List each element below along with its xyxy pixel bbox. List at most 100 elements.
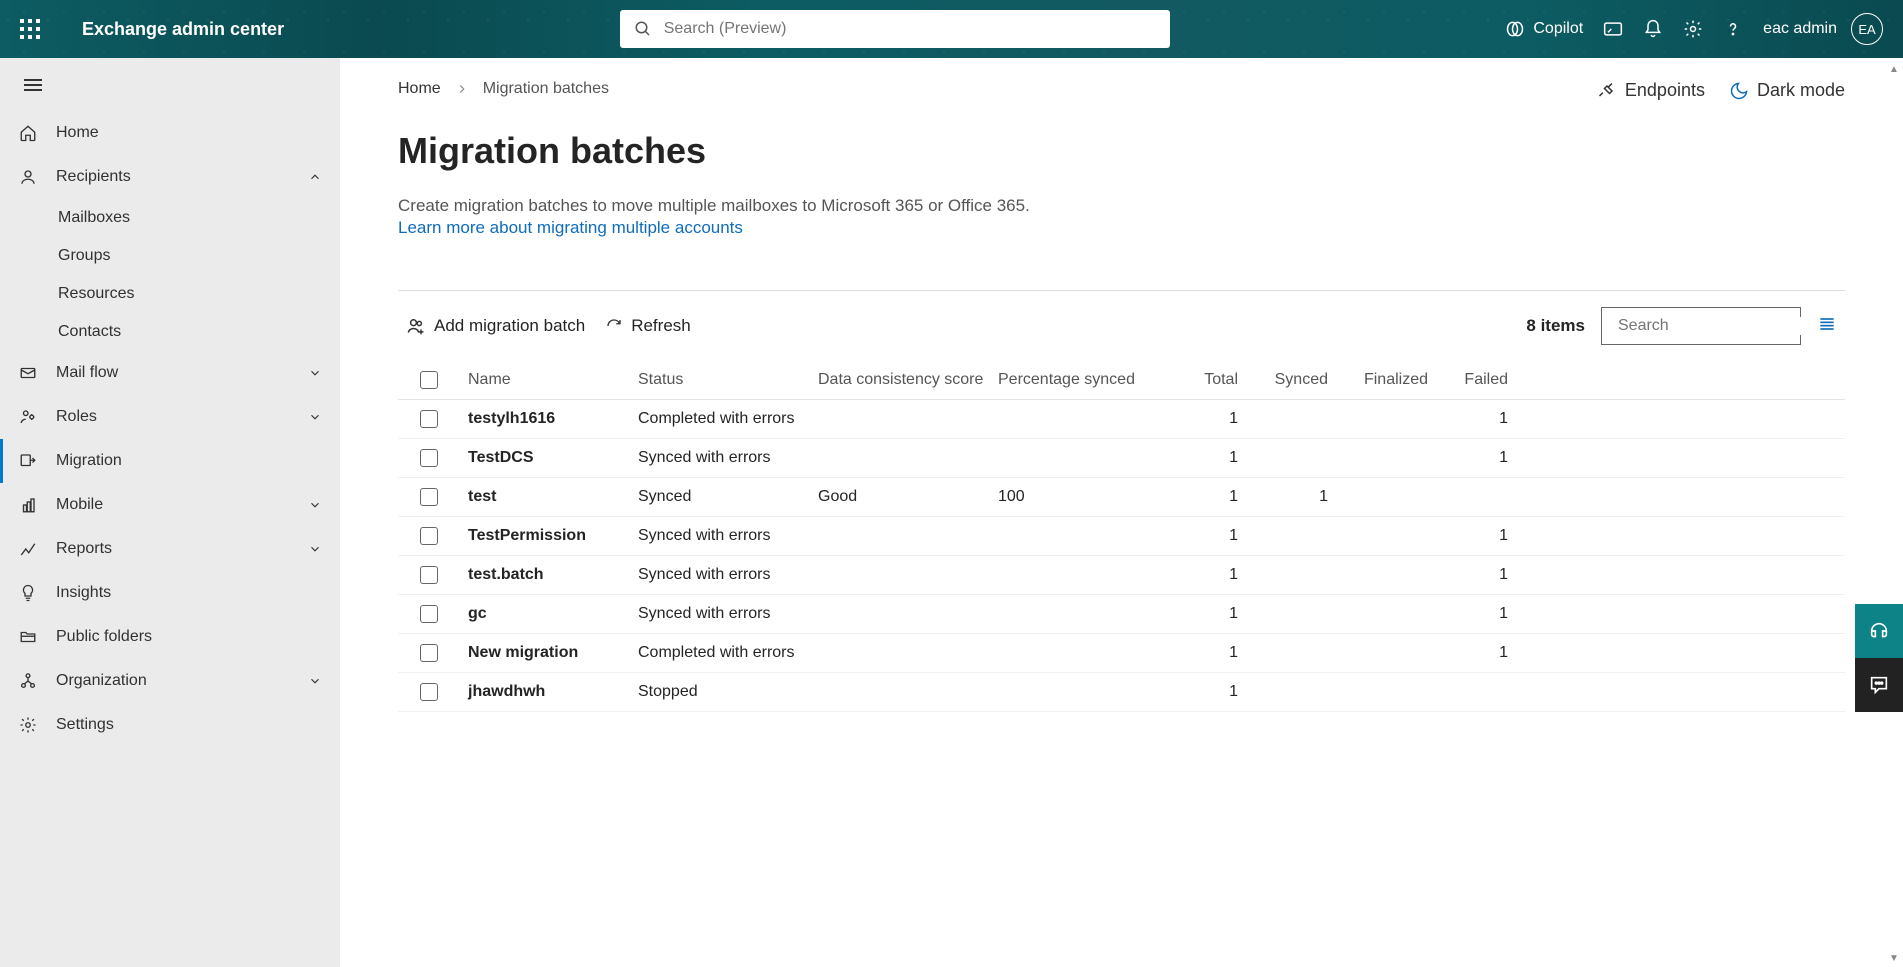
- cell-status: Synced with errors: [638, 605, 818, 623]
- refresh-icon: [605, 317, 623, 335]
- feedback-button[interactable]: [1855, 658, 1903, 712]
- row-checkbox[interactable]: [420, 527, 438, 545]
- sidebar-label: Mobile: [56, 496, 103, 514]
- sidebar-subitem-resources[interactable]: Resources: [0, 275, 340, 313]
- table-search-input[interactable]: [1618, 317, 1825, 335]
- th-name[interactable]: Name: [468, 371, 638, 389]
- user-name: eac admin: [1763, 20, 1837, 38]
- help-icon[interactable]: [1723, 19, 1743, 39]
- select-all-checkbox[interactable]: [420, 371, 438, 389]
- sidebar-item-mailflow[interactable]: Mail flow: [0, 351, 340, 395]
- chevron-down-icon: [308, 410, 322, 424]
- breadcrumb-current: Migration batches: [483, 80, 609, 98]
- app-title: Exchange admin center: [82, 19, 284, 40]
- table-row[interactable]: testylh1616 Completed with errors 1 1: [398, 400, 1845, 439]
- copilot-label: Copilot: [1533, 20, 1583, 38]
- row-checkbox[interactable]: [420, 488, 438, 506]
- sidebar-item-insights[interactable]: Insights: [0, 571, 340, 615]
- cell-name: test.batch: [468, 566, 638, 584]
- list-options-button[interactable]: [1817, 314, 1837, 339]
- migration-icon: [18, 451, 38, 471]
- sidebar-label: Migration: [56, 452, 122, 470]
- global-search[interactable]: [620, 10, 1170, 48]
- settings-icon[interactable]: [1683, 19, 1703, 39]
- th-total[interactable]: Total: [1168, 371, 1258, 389]
- sidebar-item-organization[interactable]: Organization: [0, 659, 340, 703]
- row-checkbox[interactable]: [420, 410, 438, 428]
- main-content: Home Migration batches Endpoints Dark mo…: [340, 58, 1903, 967]
- darkmode-button[interactable]: Dark mode: [1729, 80, 1845, 101]
- collapse-nav-button[interactable]: [0, 64, 340, 111]
- row-checkbox[interactable]: [420, 644, 438, 662]
- th-dcs[interactable]: Data consistency score: [818, 371, 998, 389]
- app-launcher-icon[interactable]: [20, 19, 40, 39]
- cell-name: New migration: [468, 644, 638, 662]
- sidebar-item-mobile[interactable]: Mobile: [0, 483, 340, 527]
- table-search[interactable]: [1601, 307, 1801, 345]
- global-search-input[interactable]: [664, 20, 1156, 38]
- endpoints-button[interactable]: Endpoints: [1597, 80, 1705, 101]
- refresh-button[interactable]: Refresh: [605, 316, 691, 336]
- th-pct[interactable]: Percentage synced: [998, 371, 1168, 389]
- chat-icon: [1868, 674, 1890, 696]
- cell-status: Completed with errors: [638, 644, 818, 662]
- row-checkbox[interactable]: [420, 605, 438, 623]
- add-migration-label: Add migration batch: [434, 316, 585, 336]
- sidebar-item-recipients[interactable]: Recipients: [0, 155, 340, 199]
- th-status[interactable]: Status: [638, 371, 818, 389]
- sidebar-subitem-contacts[interactable]: Contacts: [0, 313, 340, 351]
- row-checkbox[interactable]: [420, 449, 438, 467]
- sidebar-item-reports[interactable]: Reports: [0, 527, 340, 571]
- cell-dcs: Good: [818, 488, 998, 506]
- cell-total: 1: [1168, 683, 1258, 701]
- folder-icon: [18, 627, 38, 647]
- th-synced[interactable]: Synced: [1258, 371, 1348, 389]
- sidebar-label: Settings: [56, 716, 114, 734]
- table-row[interactable]: New migration Completed with errors 1 1: [398, 634, 1845, 673]
- cell-failed: 1: [1448, 566, 1528, 584]
- copilot-button[interactable]: Copilot: [1505, 19, 1583, 39]
- cell-status: Synced: [638, 488, 818, 506]
- sidebar-subitem-groups[interactable]: Groups: [0, 237, 340, 275]
- table-row[interactable]: jhawdhwh Stopped 1: [398, 673, 1845, 712]
- items-count: 8 items: [1526, 316, 1585, 336]
- scroll-down-arrow[interactable]: ▼: [1887, 951, 1901, 965]
- learn-more-link[interactable]: Learn more about migrating multiple acco…: [398, 218, 743, 238]
- plug-icon: [1597, 81, 1617, 101]
- cell-status: Synced with errors: [638, 449, 818, 467]
- notifications-icon[interactable]: [1643, 19, 1663, 39]
- sidebar-item-publicfolders[interactable]: Public folders: [0, 615, 340, 659]
- search-icon: [634, 20, 652, 38]
- scroll-up-arrow[interactable]: ▲: [1887, 62, 1901, 76]
- table-row[interactable]: TestPermission Synced with errors 1 1: [398, 517, 1845, 556]
- cell-failed: 1: [1448, 644, 1528, 662]
- table-row[interactable]: TestDCS Synced with errors 1 1: [398, 439, 1845, 478]
- sidebar-subitem-mailboxes[interactable]: Mailboxes: [0, 199, 340, 237]
- sidebar-item-settings[interactable]: Settings: [0, 703, 340, 747]
- breadcrumb-home[interactable]: Home: [398, 80, 441, 98]
- support-button[interactable]: [1855, 604, 1903, 658]
- message-icon[interactable]: [1603, 19, 1623, 39]
- top-header: Exchange admin center Copilot eac admin …: [0, 0, 1903, 58]
- reports-icon: [18, 539, 38, 559]
- migration-table: Name Status Data consistency score Perce…: [398, 361, 1845, 712]
- table-row[interactable]: test.batch Synced with errors 1 1: [398, 556, 1845, 595]
- table-row[interactable]: test Synced Good 100 1 1: [398, 478, 1845, 517]
- th-failed[interactable]: Failed: [1448, 371, 1528, 389]
- sidebar-item-migration[interactable]: Migration: [0, 439, 340, 483]
- cell-total: 1: [1168, 488, 1258, 506]
- insights-icon: [18, 583, 38, 603]
- cell-name: TestDCS: [468, 449, 638, 467]
- row-checkbox[interactable]: [420, 683, 438, 701]
- sidebar-item-home[interactable]: Home: [0, 111, 340, 155]
- th-finalized[interactable]: Finalized: [1348, 371, 1448, 389]
- list-icon: [1817, 314, 1837, 334]
- chevron-down-icon: [308, 498, 322, 512]
- add-migration-button[interactable]: Add migration batch: [406, 316, 585, 336]
- chevron-down-icon: [308, 674, 322, 688]
- cell-total: 1: [1168, 527, 1258, 545]
- table-row[interactable]: gc Synced with errors 1 1: [398, 595, 1845, 634]
- row-checkbox[interactable]: [420, 566, 438, 584]
- sidebar-item-roles[interactable]: Roles: [0, 395, 340, 439]
- user-info[interactable]: eac admin EA: [1763, 13, 1883, 45]
